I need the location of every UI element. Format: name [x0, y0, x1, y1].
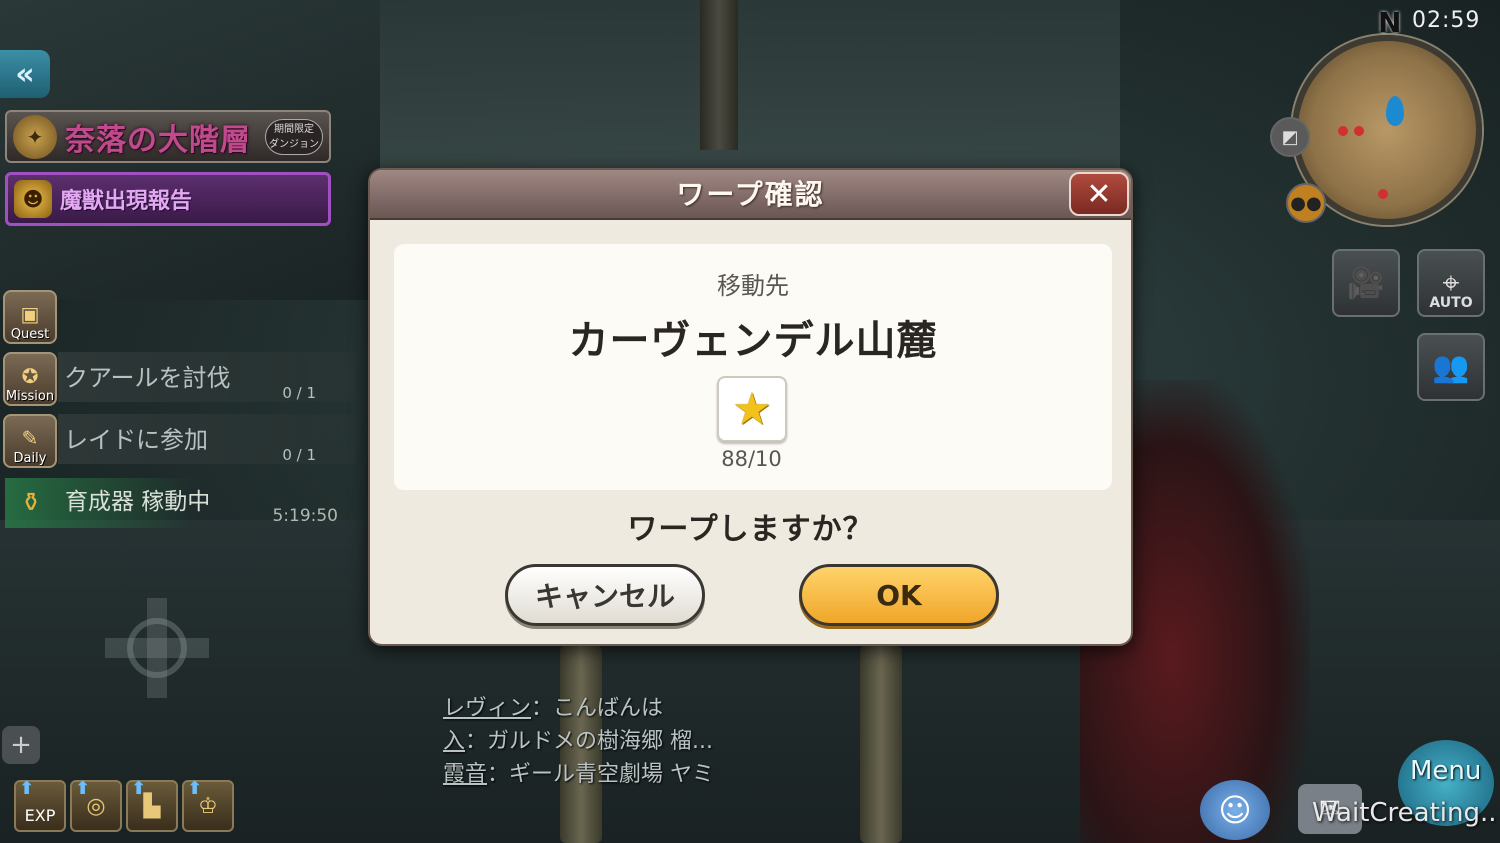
back-button[interactable]: «	[0, 50, 50, 98]
star-item: ★	[717, 376, 787, 442]
crest-icon: ✦	[13, 114, 57, 159]
chat-message: こんばんは	[553, 696, 664, 721]
party-marker-button[interactable]: ●●	[1286, 183, 1326, 223]
player-marker-icon	[1386, 96, 1404, 126]
chat-speaker[interactable]: 霞音	[443, 762, 487, 787]
star-icon: ★	[732, 383, 772, 435]
arrow-up-icon: ⬆	[131, 778, 147, 799]
group-icon: 👥	[1432, 349, 1470, 385]
breeder-row[interactable]: ⚱ 育成器 稼動中 5:19:50	[5, 478, 350, 528]
limited-badge: 期間限定 ダンジョン	[265, 118, 323, 155]
dpad-ring	[127, 618, 187, 678]
daily-caption: Daily	[13, 451, 47, 466]
background-wall	[380, 0, 1120, 170]
beast-icon: ☻	[14, 180, 52, 218]
auto-label: AUTO	[1429, 295, 1473, 311]
destination-label: 移動先	[717, 272, 789, 300]
status-text: WaitCreating..	[1312, 798, 1497, 828]
mission-icon: ✪	[21, 364, 39, 388]
breeder-timer: 5:19:50	[272, 506, 338, 526]
daily-row[interactable]: レイドに参加 0 / 1	[58, 414, 356, 464]
close-icon: ✕	[1086, 176, 1112, 212]
breeder-icon: ⚱	[20, 488, 42, 518]
destination-name: カーヴェンデル山麓	[568, 318, 938, 364]
breeder-name: 育成器 稼動中	[65, 489, 211, 515]
smiley-icon: ☺	[1218, 791, 1252, 829]
warp-question: ワープしますか？	[627, 512, 874, 547]
quest-caption: Quest	[10, 327, 50, 342]
chat-speaker[interactable]: 入	[443, 729, 465, 754]
map-icon: ◩	[1281, 126, 1299, 148]
background-pole	[700, 0, 738, 150]
daily-count: 0 / 1	[282, 446, 316, 464]
exp-button[interactable]: ⬆ EXP	[14, 778, 66, 832]
arrow-up-icon: ⬆	[19, 778, 35, 799]
daily-name: レイドに参加	[64, 426, 208, 454]
add-shortcut-button[interactable]: +	[2, 726, 40, 764]
chat-log[interactable]: レヴィン：こんばんは 入：ガルドメの樹海郷 榴... 霞音：ギール青空劇場 ヤミ	[443, 692, 714, 791]
report-label: 魔獣出現報告	[60, 189, 193, 214]
exp-caption: EXP	[24, 805, 56, 825]
map-toggle-button[interactable]: ◩	[1270, 117, 1310, 157]
clock: 02:59	[1412, 8, 1481, 33]
close-button[interactable]: ✕	[1069, 172, 1129, 216]
enemy-marker-icon	[1338, 126, 1348, 136]
star-count: 88/10	[721, 447, 782, 471]
destination-panel: 移動先 カーヴェンデル山麓 ★ 88/10	[394, 244, 1112, 490]
daily-button[interactable]: ✎ Daily	[3, 414, 57, 468]
party-button[interactable]: 👥	[1417, 333, 1485, 401]
double-chevron-left-icon: «	[15, 56, 35, 92]
compass-north: N	[1378, 6, 1402, 39]
ok-button[interactable]: OK	[799, 564, 999, 626]
treasure-chest-icon: ▣	[20, 302, 40, 326]
chat-message: ギール青空劇場 ヤミ	[509, 762, 715, 787]
chat-line: 入：ガルドメの樹海郷 榴...	[443, 729, 714, 754]
chat-message: ガルドメの樹海郷 榴...	[487, 729, 714, 754]
arrow-up-icon: ⬆	[75, 778, 91, 799]
enemy-marker-icon	[1354, 126, 1364, 136]
chat-line: レヴィン：こんばんは	[443, 696, 664, 721]
auto-button[interactable]: ⌖ AUTO	[1417, 249, 1485, 317]
chat-speaker[interactable]: レヴィン	[443, 696, 531, 721]
dialog-title: ワープ確認	[676, 178, 825, 211]
cancel-button[interactable]: キャンセル	[505, 564, 705, 626]
boot-button[interactable]: ⬆ ▙	[126, 778, 178, 832]
plus-icon: +	[10, 730, 32, 760]
mission-button[interactable]: ✪ Mission	[3, 352, 57, 406]
chat-line: 霞音：ギール青空劇場 ヤミ	[443, 762, 715, 787]
camera-button[interactable]: 🎥	[1332, 249, 1400, 317]
mission-count: 0 / 1	[282, 384, 316, 402]
background-post-right	[860, 645, 902, 843]
scroll-icon: ✎	[21, 426, 39, 450]
mission-name: クアールを討伐	[64, 364, 231, 392]
mission-caption: Mission	[5, 389, 55, 404]
emote-button[interactable]: ☺	[1200, 780, 1270, 840]
movement-joystick[interactable]	[105, 598, 209, 698]
disc-button[interactable]: ⬆ ◎	[70, 778, 122, 832]
camera-icon: 🎥	[1347, 265, 1385, 301]
monster-report-banner[interactable]: ☻ 魔獣出現報告	[5, 172, 331, 226]
event-dungeon-banner[interactable]: ✦ 奈落の大階層 期間限定 ダンジョン	[5, 110, 331, 163]
mission-row[interactable]: クアールを討伐 0 / 1	[58, 352, 356, 402]
menu-label: Menu	[1410, 756, 1482, 786]
warp-confirm-dialog: ワープ確認 ✕ 移動先 カーヴェンデル山麓 ★ 88/10 ワープしますか？ キ…	[368, 168, 1133, 646]
face-icon: ●●	[1290, 192, 1322, 214]
crown-button[interactable]: ⬆ ♔	[182, 778, 234, 832]
event-title: 奈落の大階層	[65, 122, 251, 158]
quest-button[interactable]: ▣ Quest	[3, 290, 57, 344]
arrow-up-icon: ⬆	[187, 778, 203, 799]
enemy-marker-icon	[1378, 189, 1388, 199]
